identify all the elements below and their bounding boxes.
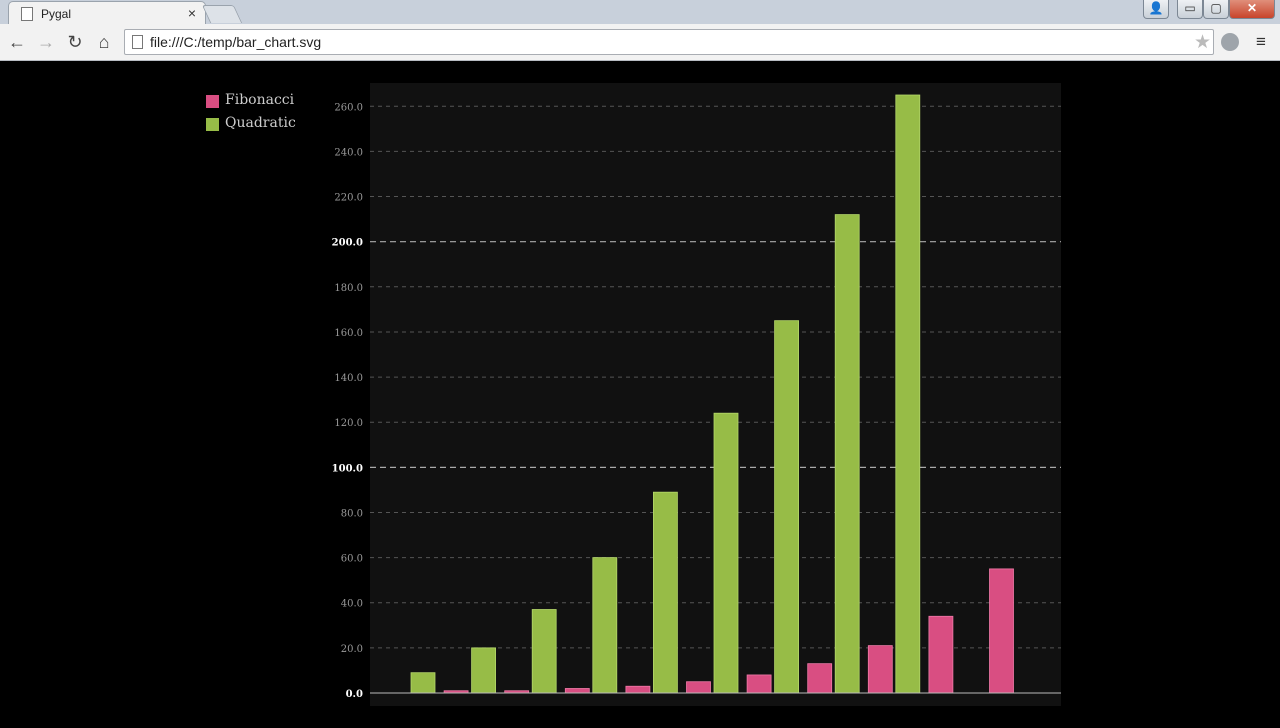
page-icon xyxy=(132,35,143,49)
bar-quadratic[interactable] xyxy=(592,557,618,694)
y-tick-label: 20.0 xyxy=(341,644,363,655)
bar-fibonacci[interactable] xyxy=(807,663,833,694)
url-text[interactable]: file:///C:/temp/bar_chart.svg xyxy=(150,34,321,50)
minimize-button[interactable]: ▭ xyxy=(1177,0,1203,19)
bar-fibonacci[interactable] xyxy=(867,645,893,694)
bar-quadratic[interactable] xyxy=(895,94,921,694)
tab-title: Pygal xyxy=(41,7,72,21)
y-tick-label: 180.0 xyxy=(334,283,363,294)
y-tick-label: 100.0 xyxy=(332,463,363,474)
bar-fibonacci[interactable] xyxy=(564,688,590,694)
page-content: 0.0 20.0 40.0 60.0 80.0 100.0 120.0 140.0 160.0 1… xyxy=(0,61,1280,728)
bar-quadratic[interactable] xyxy=(410,672,436,694)
user-icon[interactable]: 👤 xyxy=(1143,0,1169,19)
y-tick-label: 80.0 xyxy=(341,508,363,519)
bar-quadratic[interactable] xyxy=(653,491,678,694)
legend-swatch xyxy=(206,95,219,108)
bar-quadratic[interactable] xyxy=(531,609,557,694)
bar-fibonacci[interactable] xyxy=(686,681,711,694)
address-bar[interactable]: file:///C:/temp/bar_chart.svg ★ xyxy=(124,29,1214,55)
y-tick-label: 40.0 xyxy=(341,599,363,610)
bar-fibonacci[interactable] xyxy=(625,685,651,694)
y-tick-label: 140.0 xyxy=(334,373,363,384)
bar-fibonacci[interactable] xyxy=(746,674,772,694)
back-arrow-icon[interactable]: ← xyxy=(6,31,28,53)
y-tick-label: 60.0 xyxy=(341,554,363,565)
new-tab-button[interactable] xyxy=(201,5,243,23)
legend-label: Quadratic xyxy=(225,115,296,131)
bar-quadratic[interactable] xyxy=(834,214,860,694)
bar-quadratic[interactable] xyxy=(774,320,799,694)
y-tick-label: 260.0 xyxy=(334,102,363,113)
reload-icon[interactable]: ↻ xyxy=(64,31,86,53)
y-tick-label: 120.0 xyxy=(334,418,363,429)
y-tick-label: 200.0 xyxy=(332,238,363,249)
bar-quadratic[interactable] xyxy=(713,412,739,694)
browser-toolbar: ← → ↻ ⌂ file:///C:/temp/bar_chart.svg ★ … xyxy=(0,24,1280,61)
forward-arrow-icon[interactable]: → xyxy=(35,31,57,53)
close-window-button[interactable]: ✕ xyxy=(1229,0,1275,19)
legend-label: Fibonacci xyxy=(225,92,295,108)
maximize-button[interactable]: ▢ xyxy=(1203,0,1229,19)
y-tick-label: 0.0 xyxy=(346,689,363,700)
y-tick-label: 240.0 xyxy=(334,147,363,158)
page-icon xyxy=(21,7,33,21)
browser-tab[interactable]: Pygal × xyxy=(8,1,206,25)
tab-close-button[interactable]: × xyxy=(188,5,196,21)
bar-fibonacci[interactable] xyxy=(928,615,954,694)
home-icon[interactable]: ⌂ xyxy=(93,31,115,53)
star-icon[interactable]: ★ xyxy=(1194,31,1211,54)
bar-quadratic[interactable] xyxy=(471,647,497,694)
y-tick-label: 220.0 xyxy=(334,193,363,204)
legend-swatch xyxy=(206,118,219,131)
bar-fibonacci[interactable] xyxy=(989,568,1014,694)
menu-icon[interactable]: ≡ xyxy=(1256,32,1266,52)
browser-titlebar: Pygal × 👤 ▭ ▢ ✕ xyxy=(0,0,1280,25)
y-tick-label: 160.0 xyxy=(334,328,363,339)
bar-chart: 0.0 20.0 40.0 60.0 80.0 100.0 120.0 140.0 160.0 1… xyxy=(332,83,1061,706)
extension-icon[interactable] xyxy=(1221,33,1239,51)
